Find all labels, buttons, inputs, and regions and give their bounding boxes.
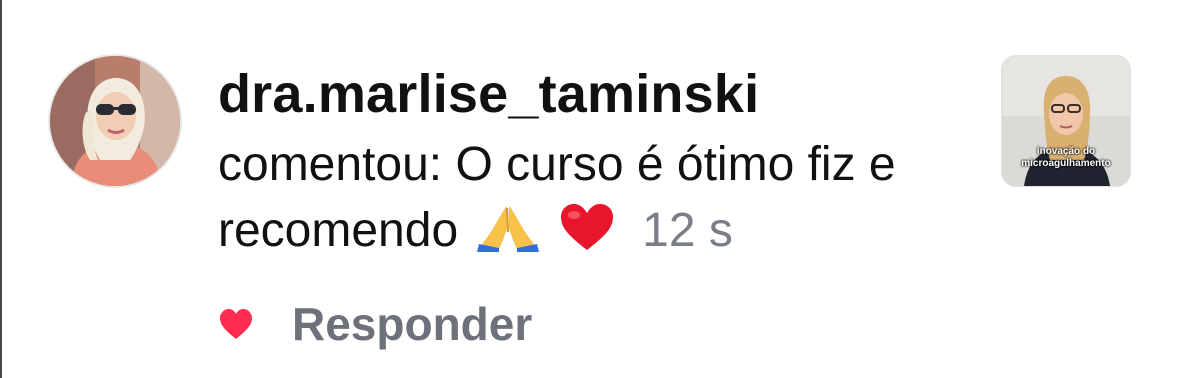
post-thumbnail[interactable]: inovação do microagulhamento xyxy=(1002,56,1130,186)
comment-body: comentou: O curso é ótimo fiz e recomend… xyxy=(218,132,978,270)
comment-notification[interactable]: dra.marlise_taminski comentou: O curso é… xyxy=(0,0,1179,378)
red-heart-emoji-icon xyxy=(559,202,615,270)
notification-text: dra.marlise_taminski comentou: O curso é… xyxy=(218,62,978,270)
comment-actions: Responder xyxy=(218,294,532,354)
thumbnail-caption: inovação do microagulhamento xyxy=(1002,146,1130,170)
folded-hands-emoji-icon xyxy=(477,202,540,270)
comment-text: comentou: O curso é ótimo fiz e recomend… xyxy=(218,138,896,257)
username[interactable]: dra.marlise_taminski xyxy=(218,62,978,126)
heart-icon[interactable] xyxy=(218,307,254,341)
avatar[interactable] xyxy=(50,56,180,186)
timestamp: 12 s xyxy=(642,204,733,257)
thumbnail-caption-line-1: inovação do xyxy=(1036,146,1096,157)
reply-button[interactable]: Responder xyxy=(292,294,532,354)
avatar-photo xyxy=(50,56,180,186)
thumbnail-caption-line-2: microagulhamento xyxy=(1021,158,1111,169)
